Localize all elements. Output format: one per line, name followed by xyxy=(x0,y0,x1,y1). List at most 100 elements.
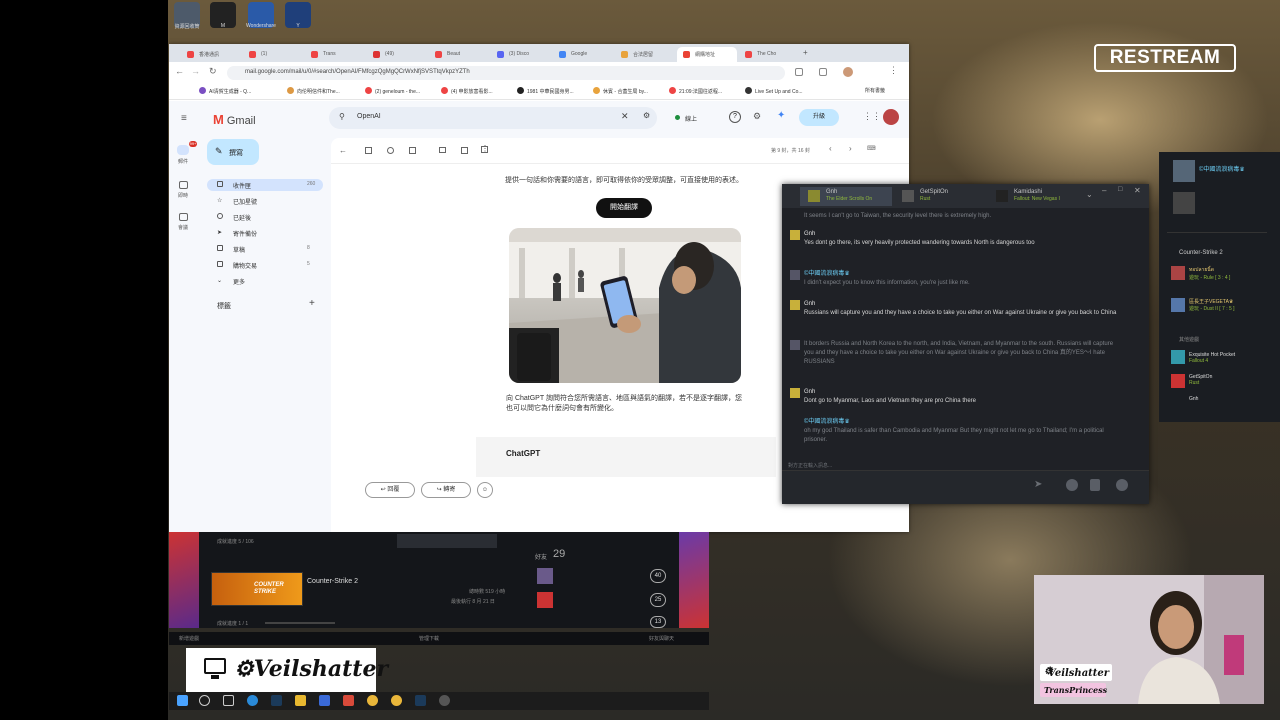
apps-grid-icon[interactable]: ⋮⋮ xyxy=(863,111,881,122)
profile-avatar[interactable] xyxy=(843,67,853,77)
bookmark-folder[interactable]: 所有書籤 xyxy=(865,87,885,94)
store-icon[interactable] xyxy=(319,695,330,706)
browser-tab[interactable]: Google xyxy=(553,47,613,62)
browser-tab[interactable]: (49) xyxy=(367,47,427,62)
bookmark[interactable]: 21:09:法國往返程... xyxy=(669,87,722,95)
chat-tab-gnh[interactable]: Gnh The Elder Scrolls On xyxy=(800,187,892,206)
desktop-icon[interactable]: Wondershare xyxy=(246,2,276,29)
search-options-icon[interactable]: ⚙ xyxy=(643,111,650,120)
search-input[interactable]: OpenAI xyxy=(329,107,657,129)
browser-menu-icon[interactable]: ⋮ xyxy=(889,65,898,76)
close-icon[interactable]: ✕ xyxy=(1134,186,1141,195)
friend-entry[interactable]: Exquisite Hot Pocket Fallout 4 xyxy=(1189,352,1235,364)
friend-entry[interactable]: GetSpitOn Rust xyxy=(1189,374,1212,386)
explorer-icon[interactable] xyxy=(295,695,306,706)
upgrade-button[interactable]: 升級 xyxy=(799,109,839,126)
minimize-icon[interactable]: – xyxy=(1102,186,1106,195)
add-game-link[interactable]: 新增遊戲 xyxy=(179,635,199,642)
gemini-icon[interactable]: ✦ xyxy=(777,110,785,121)
browser-tab[interactable]: 合法居留 xyxy=(615,47,675,62)
delete-icon[interactable] xyxy=(409,147,416,154)
newer-icon[interactable]: › xyxy=(849,144,852,153)
chat-tab-getspiton[interactable]: GetSpitOn Rust xyxy=(894,187,986,206)
obs-icon[interactable] xyxy=(439,695,450,706)
extensions-icon[interactable] xyxy=(795,68,803,76)
clear-search-icon[interactable]: ✕ xyxy=(621,111,629,122)
mail-icon[interactable] xyxy=(343,695,354,706)
maximize-icon[interactable]: □ xyxy=(1118,186,1122,193)
bookmark[interactable]: Live Set Up and Co... xyxy=(745,87,803,95)
start-translate-button[interactable]: 開始翻譯 xyxy=(596,198,652,218)
bookmark[interactable]: AI清賀生成器 - Q... xyxy=(199,87,251,95)
back-to-list-icon[interactable]: ← xyxy=(339,146,347,155)
archive-icon[interactable] xyxy=(365,147,372,154)
mail-icon[interactable] xyxy=(177,145,189,155)
more-actions-icon[interactable]: ⋮ xyxy=(481,144,489,153)
browser-tab-active[interactable]: 網購地址 xyxy=(677,47,737,62)
compose-button[interactable]: ✎ 撰寫 xyxy=(207,139,259,165)
browser-tab[interactable]: (1) xyxy=(243,47,303,62)
url-field[interactable]: mail.google.com/mail/u/0/#search/OpenAI/… xyxy=(227,66,785,80)
emoji-react-button[interactable]: ☺ xyxy=(477,482,493,498)
desktop-icon[interactable]: 資源回收筒 xyxy=(174,2,200,30)
report-spam-icon[interactable] xyxy=(387,147,394,154)
friends-chat-link[interactable]: 好友與聊天 xyxy=(649,635,674,642)
manage-downloads-link[interactable]: 管理下載 xyxy=(419,635,439,642)
back-icon[interactable]: ← xyxy=(175,66,184,76)
gmail-logo[interactable]: M Gmail xyxy=(213,112,256,127)
friend-entry[interactable]: ทอปลายนิ้ด 遊玩 - Rule [ 3 : 4 ] xyxy=(1189,266,1230,281)
mark-unread-icon[interactable] xyxy=(439,147,446,153)
upload-icon[interactable] xyxy=(1090,479,1100,491)
chat-icon[interactable] xyxy=(179,181,188,189)
friend-entry[interactable]: 區長王子VEGETA♛ 遊玩 - Dust II [ 7 : 5 ] xyxy=(1189,298,1235,312)
browser-tab[interactable]: (3) Disco xyxy=(491,47,551,62)
older-icon[interactable]: ‹ xyxy=(829,144,832,153)
chat-tab-kamidashi[interactable]: Kamidashi Fallout: New Vegas I xyxy=(988,187,1080,206)
forward-icon[interactable]: → xyxy=(191,66,200,76)
snooze-icon[interactable] xyxy=(461,147,468,154)
steam-icon[interactable] xyxy=(271,695,282,706)
steam-icon[interactable] xyxy=(415,695,426,706)
voice-icon[interactable] xyxy=(1116,479,1128,491)
add-label-icon[interactable]: + xyxy=(309,298,315,309)
tab-overflow-icon[interactable]: ⌄ xyxy=(1086,190,1093,199)
send-icon[interactable]: ➤ xyxy=(1034,479,1042,490)
bookmark[interactable]: 向伦明信件和The... xyxy=(287,87,340,95)
bookmark[interactable]: 休賓 - 合蓋生局 by... xyxy=(593,87,648,95)
forward-button[interactable]: ↪ 轉寄 xyxy=(421,482,471,498)
search-icon[interactable]: ⚲ xyxy=(339,112,345,121)
play-hours: 總時數 519 小時 xyxy=(469,589,506,595)
input-tools-icon[interactable]: ⌨ xyxy=(867,145,876,152)
browser-tab[interactable]: The Cho xyxy=(739,47,799,62)
taskview-icon[interactable] xyxy=(223,695,234,706)
status-selector[interactable]: 線上 xyxy=(675,110,715,126)
search-icon[interactable] xyxy=(199,695,210,706)
chat-message: Gnh Russians will capture you and they h… xyxy=(790,300,1124,318)
meet-icon[interactable] xyxy=(179,213,188,221)
bookmark[interactable]: (2) geneloum - the... xyxy=(365,87,420,95)
account-avatar[interactable] xyxy=(883,109,899,125)
emoticon-icon[interactable] xyxy=(1066,479,1078,491)
browser-tab[interactable]: 香港通訊 xyxy=(181,47,241,62)
desktop-icon[interactable]: M xyxy=(210,2,236,29)
main-menu-icon[interactable]: ≡ xyxy=(181,113,187,124)
browser-tab[interactable]: Beaut xyxy=(429,47,489,62)
bookmark[interactable]: (4) 申影放害看影... xyxy=(441,87,493,95)
reply-button[interactable]: ↩ 回覆 xyxy=(365,482,415,498)
chat-input-area[interactable]: ➤ xyxy=(782,470,1149,504)
desktop-icon[interactable]: Y xyxy=(285,2,311,29)
counter-strike-banner[interactable]: COUNTER STRIKE xyxy=(211,572,303,606)
settings-icon[interactable]: ⚙ xyxy=(753,111,761,122)
windows-icon[interactable] xyxy=(177,695,188,706)
reload-icon[interactable]: ↻ xyxy=(209,66,217,77)
chrome-icon[interactable] xyxy=(367,695,378,706)
bookmark[interactable]: 1981 中華民國身男... xyxy=(517,87,574,95)
sidepanel-icon[interactable] xyxy=(819,68,827,76)
chrome-icon[interactable] xyxy=(391,695,402,706)
browser-tab[interactable]: Trans xyxy=(305,47,365,62)
new-tab-button[interactable]: + xyxy=(803,48,808,57)
friend-entry[interactable]: Gnh xyxy=(1189,396,1198,402)
cam-subtitle-tag: TransPrincess xyxy=(1040,683,1107,697)
help-icon[interactable]: ? xyxy=(729,111,741,123)
edge-icon[interactable] xyxy=(247,695,258,706)
